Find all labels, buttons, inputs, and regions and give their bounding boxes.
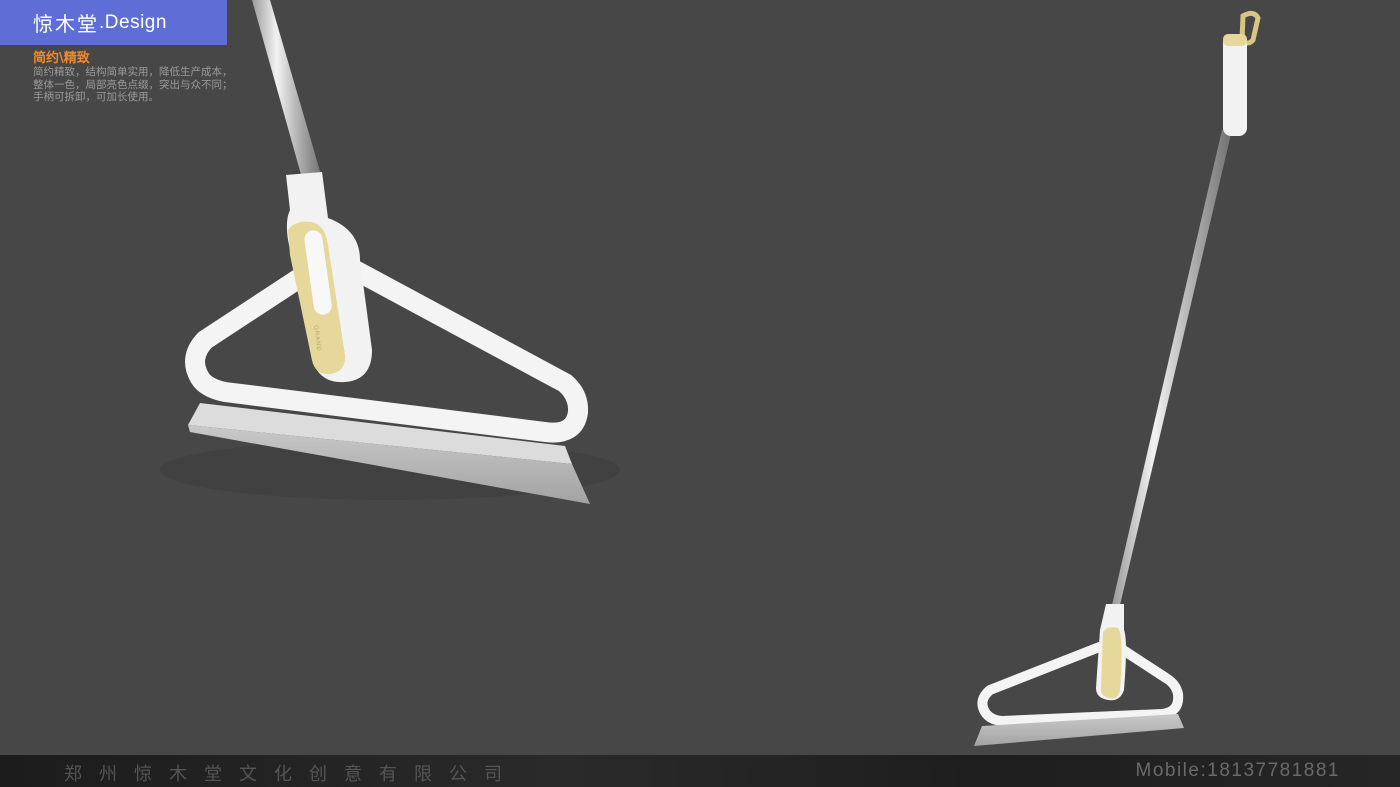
brand-name-cn: 惊木堂 [33,12,99,36]
product-render [160,0,1261,746]
footer-mobile: Mobile:18137781881 [1135,760,1340,781]
squeegee-full-view [974,10,1261,746]
footer-bar: 郑州惊木堂文化创意有限公司 Mobile:18137781881 [0,755,1400,787]
tagline: 简约\精致 [33,51,90,66]
brand-name-en: .Design [99,11,167,33]
brand-header: 惊木堂 .Design [0,0,227,45]
footer-company-name: 郑州惊木堂文化创意有限公司 [64,764,519,785]
product-description: 简约精致，结构简单实用，降低生产成本，整体一色，局部亮色点缀，突出与众不同；手柄… [33,66,233,103]
